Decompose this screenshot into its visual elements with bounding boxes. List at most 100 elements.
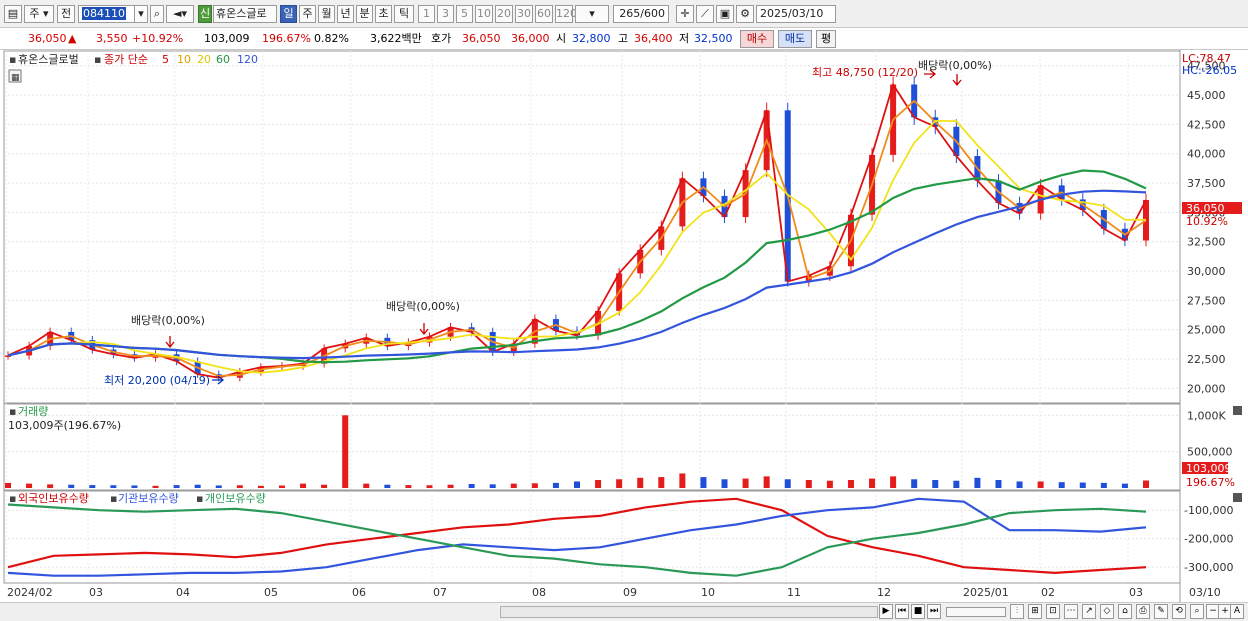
volume-panel-icon: ▪ [9, 405, 16, 418]
low-label: 저 [679, 32, 690, 45]
save-icon[interactable]: ▣ [716, 5, 734, 23]
high-annotation: 최고 48,750 (12/20) [812, 66, 918, 79]
price-tick-label: 22,500 [1187, 353, 1226, 366]
date-input[interactable]: 2025/03/10 [756, 5, 836, 23]
interval-select[interactable]: ▾ [575, 5, 609, 23]
volume-bar [1121, 483, 1128, 488]
scroll-end-icon[interactable]: ⏭ [927, 604, 941, 619]
interval-60[interactable]: 60 [535, 5, 553, 23]
volume-bar [658, 477, 665, 488]
foreign-holding-label: 외국인보유수량 [18, 492, 89, 505]
low-price: 32,500 [694, 32, 733, 45]
x-tick-label: 05 [264, 586, 278, 599]
x-tick-label: 07 [433, 586, 447, 599]
volume-bar [742, 478, 749, 488]
buy-button[interactable]: 매수 [740, 30, 774, 48]
scroll-right-icon[interactable]: ▶ [879, 604, 893, 619]
period-year[interactable]: 년 [337, 5, 354, 23]
count-input[interactable]: 265/600 [613, 5, 669, 23]
zoom-slider[interactable] [946, 607, 1006, 617]
ma-10-label: 10 [177, 53, 191, 66]
scroll-start-icon[interactable]: ⏮ [895, 604, 909, 619]
interval-5[interactable]: 5 [456, 5, 473, 23]
period-week[interactable]: 주 [299, 5, 316, 23]
volume-bar [47, 484, 54, 488]
ma-60-label: 60 [216, 53, 230, 66]
price-tick-label: 30,000 [1187, 265, 1226, 278]
current-pct-tag-text: 10.92% [1186, 215, 1228, 228]
volume-bar [110, 485, 117, 488]
high-price: 36,400 [634, 32, 673, 45]
volume-bar [363, 483, 370, 488]
tool-4-icon[interactable]: ⋯ [1064, 604, 1078, 619]
eval-button[interactable]: 평 [816, 30, 836, 48]
window-menu-icon[interactable]: ▤ [4, 5, 22, 23]
market-select[interactable]: 주 ▾ [24, 5, 54, 23]
tool-7-icon[interactable]: ⌂ [1118, 604, 1132, 619]
prev-button[interactable]: 전 [57, 5, 75, 23]
interval-1[interactable]: 1 [418, 5, 435, 23]
current-price: 36,050 [28, 32, 67, 45]
tool-3-icon[interactable]: ⊡ [1046, 604, 1060, 619]
holding-close-icon[interactable] [1233, 493, 1242, 502]
interval-10[interactable]: 10 [475, 5, 493, 23]
market-label: 주 [29, 7, 40, 20]
x-tick-label: 09 [623, 586, 637, 599]
tool-5-icon[interactable]: ↗ [1082, 604, 1096, 619]
x-tick-label: 02 [1041, 586, 1055, 599]
search-icon[interactable]: ⌕ [150, 5, 164, 23]
volume-bar [1016, 481, 1023, 488]
period-month[interactable]: 월 [318, 5, 335, 23]
volume-bar [152, 485, 159, 488]
ma-20-label: 20 [197, 53, 211, 66]
volume-bar [405, 485, 412, 488]
sound-icon[interactable]: ◄▾ [166, 5, 194, 23]
crosshair-icon[interactable]: ✛ [676, 5, 694, 23]
tool-1-icon[interactable]: ⫶ [1010, 604, 1024, 619]
scroll-stop-icon[interactable]: ■ [911, 604, 925, 619]
gear-icon[interactable]: ⚙ [736, 5, 754, 23]
tool-10-icon[interactable]: ⟲ [1172, 604, 1186, 619]
zoom-reset-icon[interactable]: ⌕ [1190, 604, 1204, 619]
tool-6-icon[interactable]: ◇ [1100, 604, 1114, 619]
up-arrow-icon: ▲ [68, 32, 77, 45]
x-tick-label: 03 [89, 586, 103, 599]
period-minute[interactable]: 분 [356, 5, 373, 23]
x-tick-label: 03 [1129, 586, 1143, 599]
period-day[interactable]: 일 [280, 5, 297, 23]
code-input[interactable]: 084110 [78, 5, 136, 23]
ma-legend-icon: ▪ [94, 53, 101, 66]
tool-9-icon[interactable]: ✎ [1154, 604, 1168, 619]
bid-price: 36,050 [462, 32, 501, 45]
interval-30[interactable]: 30 [515, 5, 533, 23]
volume-tag-text: 103,009 [1186, 462, 1232, 475]
tool-8-icon[interactable]: ⎙ [1136, 604, 1150, 619]
tool-2-icon[interactable]: ⊞ [1028, 604, 1042, 619]
interval-3[interactable]: 3 [437, 5, 454, 23]
period-tick[interactable]: 틱 [394, 5, 414, 23]
volume-bar [763, 476, 770, 488]
sell-button[interactable]: 매도 [778, 30, 812, 48]
chart-canvas[interactable]: 20,00022,50025,00027,50030,00032,50035,0… [0, 50, 1248, 602]
volume-bar [215, 485, 222, 488]
volume-close-icon[interactable] [1233, 406, 1242, 415]
price-tick-label: 37,500 [1187, 177, 1226, 190]
price-tick-label: 45,000 [1187, 89, 1226, 102]
count-max: /600 [640, 7, 665, 20]
high-label: 고 [618, 32, 629, 45]
font-size-icon[interactable]: A [1230, 604, 1244, 619]
volume-bar [974, 477, 981, 488]
period-second[interactable]: 초 [375, 5, 392, 23]
volume-bar [932, 480, 939, 488]
code-dropdown-icon[interactable]: ▾ [134, 5, 148, 23]
low-annotation: 최저 20,200 (04/19) [104, 374, 210, 387]
individual-holding-label: 개인보유수량 [205, 492, 266, 505]
draw-line-icon[interactable]: ⟋ [696, 5, 714, 23]
current-price-tag-text: 36,050 [1186, 202, 1225, 215]
interval-120[interactable]: 120 [555, 5, 577, 23]
volume-bar [26, 483, 33, 488]
scroll-track[interactable] [500, 606, 878, 618]
holding-tick-label: -200,000 [1184, 533, 1233, 546]
x-tick-label: 2025/01 [963, 586, 1009, 599]
interval-20[interactable]: 20 [495, 5, 513, 23]
